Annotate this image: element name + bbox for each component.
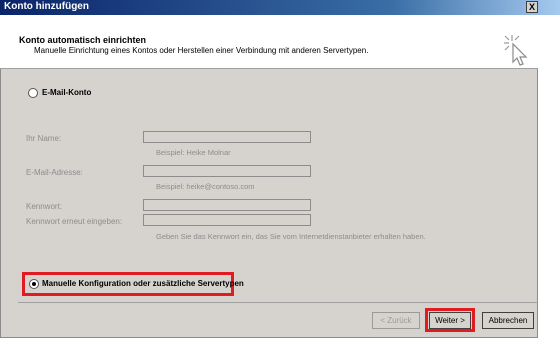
back-button[interactable]: < Zurück [372, 312, 420, 329]
close-button[interactable]: X [526, 1, 538, 13]
title-bar: Konto hinzufügen X [0, 0, 560, 15]
header-title: Konto automatisch einrichten [19, 35, 147, 45]
password-input[interactable] [143, 199, 311, 211]
email-input[interactable] [143, 165, 311, 177]
wizard-header: Konto automatisch einrichten Manuelle Ei… [0, 15, 538, 69]
cancel-button[interactable]: Abbrechen [482, 312, 534, 329]
next-button[interactable]: Weiter > [429, 312, 471, 329]
email-label: E-Mail-Adresse: [26, 168, 83, 177]
email-hint: Beispiel: heike@contoso.com [156, 182, 255, 191]
manual-config-label[interactable]: Manuelle Konfiguration oder zusätzliche … [42, 279, 244, 288]
email-account-radio[interactable] [28, 88, 38, 98]
window-title: Konto hinzufügen [4, 1, 89, 12]
header-subtitle: Manuelle Einrichtung eines Kontos oder H… [34, 46, 369, 55]
email-account-label[interactable]: E-Mail-Konto [42, 88, 91, 97]
password-hint: Geben Sie das Kennwort ein, das Sie vom … [156, 232, 426, 241]
manual-config-radio[interactable] [29, 279, 39, 289]
wizard-cursor-icon [504, 35, 528, 66]
password-repeat-label: Kennwort erneut eingeben: [26, 217, 123, 226]
footer-divider [18, 302, 538, 303]
password-label: Kennwort: [26, 202, 63, 211]
name-hint: Beispiel: Heike Molnar [156, 148, 231, 157]
name-label: Ihr Name: [26, 134, 62, 143]
password-repeat-input[interactable] [143, 214, 311, 226]
name-input[interactable] [143, 131, 311, 143]
close-icon: X [528, 2, 535, 12]
